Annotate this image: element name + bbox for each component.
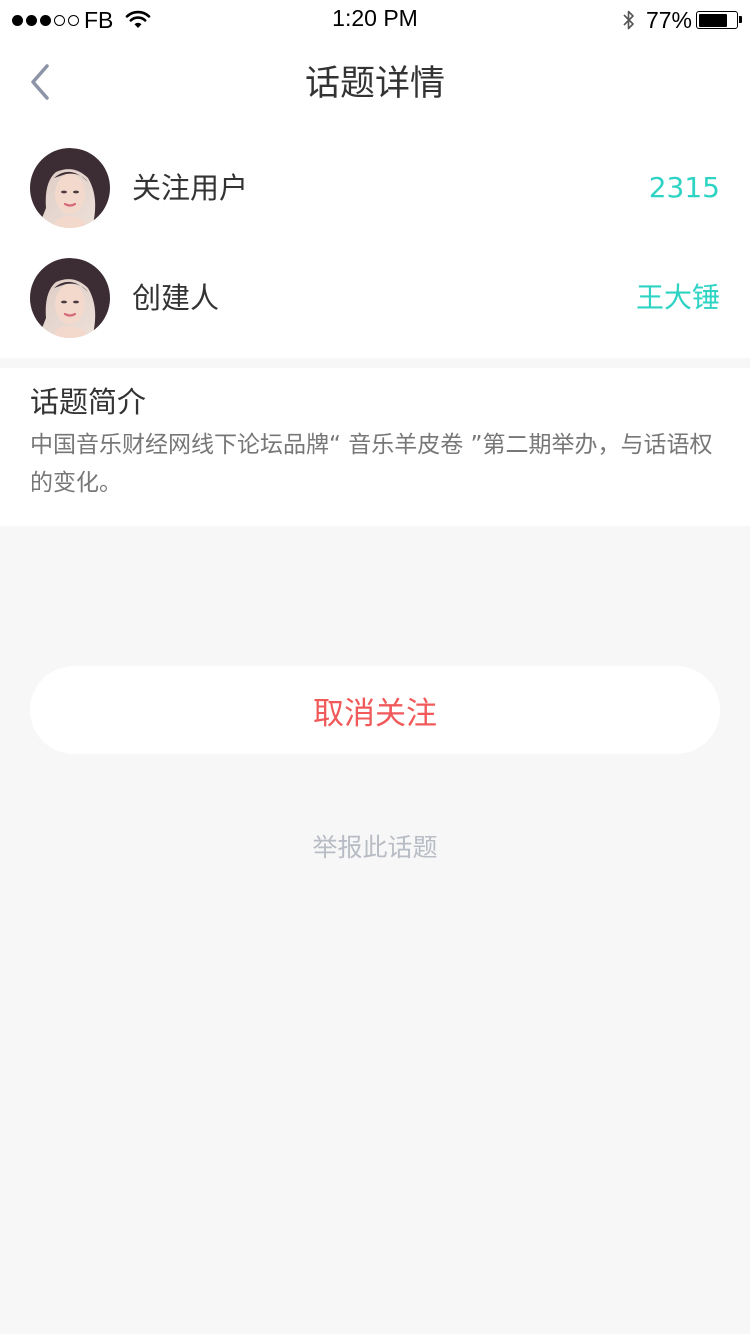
nav-bar: 话题详情 (0, 40, 750, 128)
carrier-name: FB (84, 6, 114, 33)
creator-row[interactable]: 创建人 王大锤 (0, 258, 750, 368)
followers-count: 2315 (648, 171, 720, 204)
followers-label: 关注用户 (132, 171, 249, 205)
unfollow-button[interactable]: 取消关注 (30, 666, 720, 754)
creator-name[interactable]: 王大锤 (636, 278, 720, 318)
report-topic-link[interactable]: 举报此话题 (0, 828, 750, 868)
status-time: 1:20 PM (332, 5, 418, 31)
status-bar-right: 77% (622, 5, 742, 35)
page-title: 话题详情 (304, 64, 445, 104)
signal-strength-icon (12, 14, 79, 26)
status-bar-left: FB (12, 6, 151, 34)
intro-body: 中国音乐财经网线下论坛品牌“ 音乐羊皮卷 ”第二期举办，与话语权的变化。 (30, 432, 713, 496)
followers-row[interactable]: 关注用户 2315 (0, 148, 750, 258)
battery-icon (696, 11, 742, 29)
avatar (30, 258, 110, 338)
bluetooth-icon (622, 8, 636, 32)
battery-level-fill (698, 13, 727, 27)
status-bar: FB 1:20 PM 77% (0, 0, 750, 40)
topic-intro-card: 话题简介 中国音乐财经网线下论坛品牌“ 音乐羊皮卷 ”第二期举办，与话语权的变化… (0, 368, 750, 526)
wifi-icon (125, 10, 151, 30)
creator-label: 创建人 (132, 281, 220, 315)
topic-info-card: 关注用户 2315 创建人 王大锤 (0, 128, 750, 358)
avatar (30, 148, 110, 228)
intro-title: 话题简介 (30, 385, 147, 419)
battery-percent: 77% (645, 6, 692, 33)
